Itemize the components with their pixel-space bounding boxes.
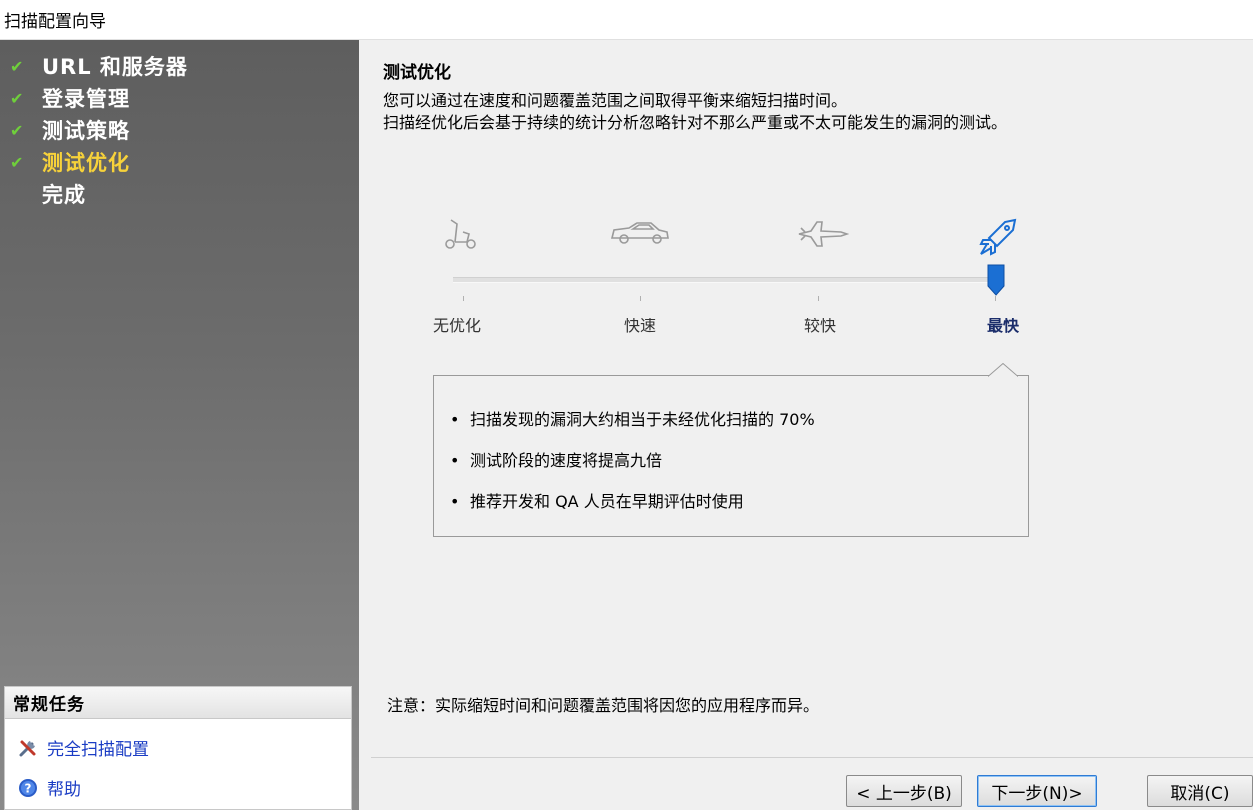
common-tasks-panel: 常规任务 完全扫描配置 ? 帮助 <box>4 686 352 810</box>
option-label-fast[interactable]: 快速 <box>624 318 656 338</box>
full-scan-config-link[interactable]: 完全扫描配置 <box>17 735 149 760</box>
info-bullet: 推荐开发和 QA 人员在早期评估时使用 <box>450 488 744 512</box>
option-label-faster[interactable]: 较快 <box>804 318 836 338</box>
optimization-slider-thumb[interactable] <box>987 264 1005 300</box>
step-test-policy: ✔ 测试策略 <box>10 114 188 146</box>
step-label: 测试策略 <box>42 119 130 143</box>
jet-icon[interactable] <box>797 220 850 252</box>
slider-tick <box>818 296 819 301</box>
slider-tick <box>640 296 641 301</box>
wizard-sidebar: ✔ URL 和服务器 ✔ 登录管理 ✔ 测试策略 ✔ 测试优化 完成 常规任务 <box>0 40 359 810</box>
space-shuttle-icon[interactable] <box>977 214 1021 262</box>
check-icon: ✔ <box>10 56 24 76</box>
step-url-server: ✔ URL 和服务器 <box>10 50 188 82</box>
footer-separator <box>371 757 1253 758</box>
svg-text:?: ? <box>25 781 32 795</box>
slider-tick <box>463 296 464 301</box>
optimization-slider-track[interactable] <box>453 277 998 283</box>
option-label-none[interactable]: 无优化 <box>433 318 481 338</box>
optimization-info-box: 扫描发现的漏洞大约相当于未经优化扫描的 70% 测试阶段的速度将提高九倍 推荐开… <box>433 363 1029 537</box>
callout-pointer <box>988 363 1018 377</box>
check-icon: ✔ <box>10 120 24 140</box>
step-label: URL 和服务器 <box>42 55 188 79</box>
check-icon: ✔ <box>10 152 24 172</box>
help-icon: ? <box>17 777 39 799</box>
step-login-management: ✔ 登录管理 <box>10 82 188 114</box>
page-description: 您可以通过在速度和问题覆盖范围之间取得平衡来缩短扫描时间。 扫描经优化后会基于持… <box>383 91 1008 132</box>
car-icon[interactable] <box>609 218 671 252</box>
step-test-optimization: ✔ 测试优化 <box>10 146 188 178</box>
step-label: 完成 <box>42 183 86 207</box>
common-tasks-header: 常规任务 <box>5 687 351 719</box>
step-label: 登录管理 <box>42 87 130 111</box>
page-title: 测试优化 <box>383 63 451 83</box>
option-label-fastest[interactable]: 最快 <box>987 318 1019 338</box>
tools-icon <box>17 737 39 759</box>
scooter-icon[interactable] <box>443 216 479 256</box>
back-button[interactable]: < 上一步(B) <box>846 775 962 807</box>
step-finish: 完成 <box>10 178 188 210</box>
window-title: 扫描配置向导 <box>4 12 106 32</box>
note-text: 注意：实际缩短时间和问题覆盖范围将因您的应用程序而异。 <box>387 696 820 715</box>
step-label: 测试优化 <box>42 151 130 175</box>
main-panel: 测试优化 您可以通过在速度和问题覆盖范围之间取得平衡来缩短扫描时间。 扫描经优化… <box>359 40 1253 810</box>
cancel-button[interactable]: 取消(C) <box>1147 775 1253 807</box>
info-bullet: 扫描发现的漏洞大约相当于未经优化扫描的 70% <box>450 406 815 430</box>
step-list: ✔ URL 和服务器 ✔ 登录管理 ✔ 测试策略 ✔ 测试优化 完成 <box>10 50 188 210</box>
task-label: 完全扫描配置 <box>47 740 149 760</box>
check-icon: ✔ <box>10 88 24 108</box>
help-link[interactable]: ? 帮助 <box>17 775 81 800</box>
next-button[interactable]: 下一步(N)> <box>977 775 1097 807</box>
title-bar: 扫描配置向导 <box>0 0 1253 40</box>
info-bullet: 测试阶段的速度将提高九倍 <box>450 447 662 471</box>
task-label: 帮助 <box>47 780 81 800</box>
